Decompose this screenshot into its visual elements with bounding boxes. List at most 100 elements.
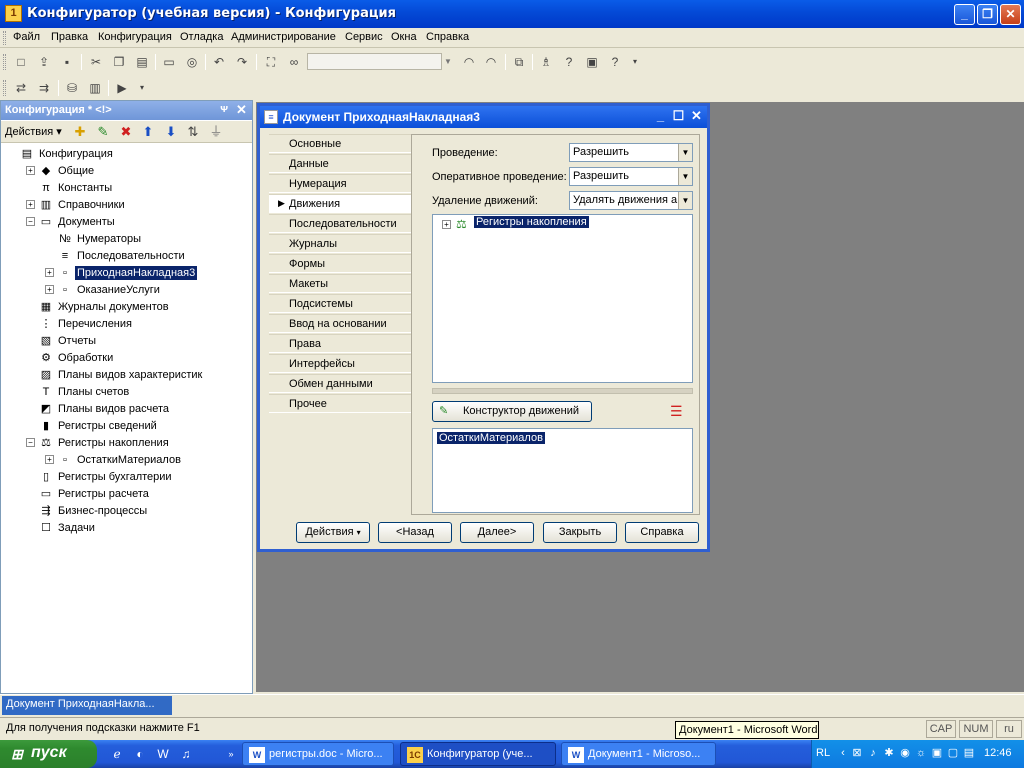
tree-item[interactable]: ▨ Планы видов характеристик: [26, 367, 252, 383]
tree-item[interactable]: ▧ Отчеты: [26, 333, 252, 349]
mdi-tab-document[interactable]: Документ ПриходнаяНакла...: [2, 696, 172, 715]
delete-icon[interactable]: ✖: [117, 123, 135, 141]
move-up-icon[interactable]: ⬆: [139, 123, 157, 141]
next-button[interactable]: Далее>: [460, 522, 534, 543]
tree-item[interactable]: + ▫ ПриходнаяНакладная3: [45, 265, 252, 281]
expand-icon[interactable]: +: [26, 200, 35, 209]
menu-file[interactable]: Файл: [13, 31, 40, 43]
registers-tree-item[interactable]: Регистры накопления: [474, 216, 589, 228]
preview-icon[interactable]: ◎: [183, 53, 201, 71]
paste-icon[interactable]: ▤: [133, 53, 151, 71]
toolbar-grip[interactable]: [3, 54, 6, 70]
tree-item[interactable]: T Планы счетов: [26, 384, 252, 400]
maximize-icon[interactable]: ☐: [671, 109, 686, 124]
expand-icon[interactable]: −: [26, 217, 35, 226]
undo-icon[interactable]: ↶: [210, 53, 228, 71]
chevron-left-icon[interactable]: ‹: [836, 746, 850, 760]
search-prev-icon[interactable]: ◠: [460, 53, 478, 71]
document-window-header[interactable]: ≡ Документ ПриходнаяНакладная3 _ ☐ ✕: [260, 106, 707, 128]
chevron-down-icon[interactable]: ▼: [678, 192, 692, 209]
realtime-posting-select[interactable]: Разрешить ▼: [569, 167, 693, 186]
run-icon[interactable]: ▶: [113, 79, 131, 97]
tab-4[interactable]: Последовательности: [269, 214, 412, 233]
display-icon[interactable]: ▢: [946, 746, 960, 760]
tree-item[interactable]: ☐ Задачи: [26, 520, 252, 536]
toolbar-overflow-icon[interactable]: ▾: [133, 79, 151, 97]
antivirus-icon[interactable]: ✱: [882, 746, 896, 760]
expand-icon[interactable]: +: [26, 166, 35, 175]
splitter[interactable]: [432, 388, 693, 394]
menu-help[interactable]: Справка: [426, 31, 469, 43]
title-bar[interactable]: 1 Конфигуратор (учебная версия) - Конфиг…: [0, 0, 1024, 28]
actions-menu-button[interactable]: Действия ▾: [5, 125, 62, 138]
tab-8[interactable]: Подсистемы: [269, 294, 412, 313]
tree-item[interactable]: ▦ Журналы документов: [26, 299, 252, 315]
merge-icon[interactable]: ⇉: [35, 79, 53, 97]
1c-help-icon[interactable]: ?: [606, 53, 624, 71]
syntax-helper-icon[interactable]: ▣: [583, 53, 601, 71]
tab-1[interactable]: Данные: [269, 154, 412, 173]
back-button[interactable]: <Назад: [378, 522, 452, 543]
toolbar-overflow-icon[interactable]: ▾: [626, 53, 644, 71]
tree-item[interactable]: № Нумераторы: [45, 231, 252, 247]
registers-list[interactable]: ОстаткиМатериалов: [432, 428, 693, 513]
tab-12[interactable]: Обмен данными: [269, 374, 412, 393]
browser-icon[interactable]: ◐: [131, 745, 149, 763]
menu-grip[interactable]: [3, 31, 6, 45]
add-icon[interactable]: ✚: [71, 123, 89, 141]
tree-item[interactable]: ▤ Конфигурация: [7, 146, 252, 162]
tree-item[interactable]: + ▫ ОказаниеУслуги: [45, 282, 252, 298]
menu-service[interactable]: Сервис: [345, 31, 383, 43]
minimize-button[interactable]: _: [954, 4, 975, 25]
new-icon[interactable]: □: [12, 53, 30, 71]
close-button[interactable]: Закрыть: [543, 522, 617, 543]
pin-icon[interactable]: ᴪ: [220, 103, 228, 115]
expand-icon[interactable]: +: [45, 285, 54, 294]
close-button[interactable]: ✕: [1000, 4, 1021, 25]
menu-debug[interactable]: Отладка: [180, 31, 223, 43]
tab-5[interactable]: Журналы: [269, 234, 412, 253]
word-icon[interactable]: W: [154, 745, 172, 763]
maximize-button[interactable]: ❐: [977, 4, 998, 25]
tree-item[interactable]: ▮ Регистры сведений: [26, 418, 252, 434]
save-icon[interactable]: ▪: [58, 53, 76, 71]
tab-2[interactable]: Нумерация: [269, 174, 412, 193]
update-icon[interactable]: ◉: [898, 746, 912, 760]
tree-item[interactable]: − ▭ Документы: [26, 214, 252, 230]
compare-icon[interactable]: ⇄: [12, 79, 30, 97]
tree-item[interactable]: + ◆ Общие: [26, 163, 252, 179]
menu-administration[interactable]: Администрирование: [231, 31, 336, 43]
chevron-down-icon[interactable]: ▼: [678, 144, 692, 161]
chevron-down-icon[interactable]: ▼: [441, 53, 455, 70]
registers-tree[interactable]: + ⚖ Регистры накопления: [432, 214, 693, 383]
copy-icon[interactable]: ❐: [110, 53, 128, 71]
wizard-icon[interactable]: ♗: [537, 53, 555, 71]
find-next-icon[interactable]: ∞: [285, 53, 303, 71]
bug-icon[interactable]: ☼: [914, 746, 928, 760]
redo-icon[interactable]: ↷: [233, 53, 251, 71]
posting-select[interactable]: Разрешить ▼: [569, 143, 693, 162]
ie-icon[interactable]: ℯ: [108, 745, 126, 763]
filter-icon[interactable]: ⏚: [207, 123, 225, 141]
chevron-icon[interactable]: »: [222, 745, 240, 763]
tree-item[interactable]: π Константы: [26, 180, 252, 196]
movement-constructor-button[interactable]: ✎ Конструктор движений: [432, 401, 592, 422]
tab-7[interactable]: Макеты: [269, 274, 412, 293]
task-word-registers[interactable]: Wрегистры.doc - Micro...: [242, 742, 394, 766]
task-word-document1[interactable]: W Документ1 - Microso...: [561, 742, 716, 766]
expand-icon[interactable]: +: [45, 268, 54, 277]
tree-item[interactable]: + ▫ ОстаткиМатериалов: [45, 452, 252, 468]
tab-0[interactable]: Основные: [269, 134, 412, 153]
tree-item[interactable]: − ⚖ Регистры накопления: [26, 435, 252, 451]
task-configurator[interactable]: 1C Конфигуратор (уче...: [400, 742, 556, 766]
actions-button[interactable]: Действия ▾: [296, 522, 370, 543]
config-window-icon[interactable]: ▥: [86, 79, 104, 97]
tree-item[interactable]: + ▥ Справочники: [26, 197, 252, 213]
monitor-icon[interactable]: ▣: [930, 746, 944, 760]
tree-item[interactable]: ⇶ Бизнес-процессы: [26, 503, 252, 519]
print-icon[interactable]: ▭: [160, 53, 178, 71]
tree-item[interactable]: ◩ Планы видов расчета: [26, 401, 252, 417]
start-button[interactable]: ⊞ пуск: [0, 740, 97, 768]
move-down-icon[interactable]: ⬇: [162, 123, 180, 141]
expand-icon[interactable]: +: [442, 220, 451, 229]
